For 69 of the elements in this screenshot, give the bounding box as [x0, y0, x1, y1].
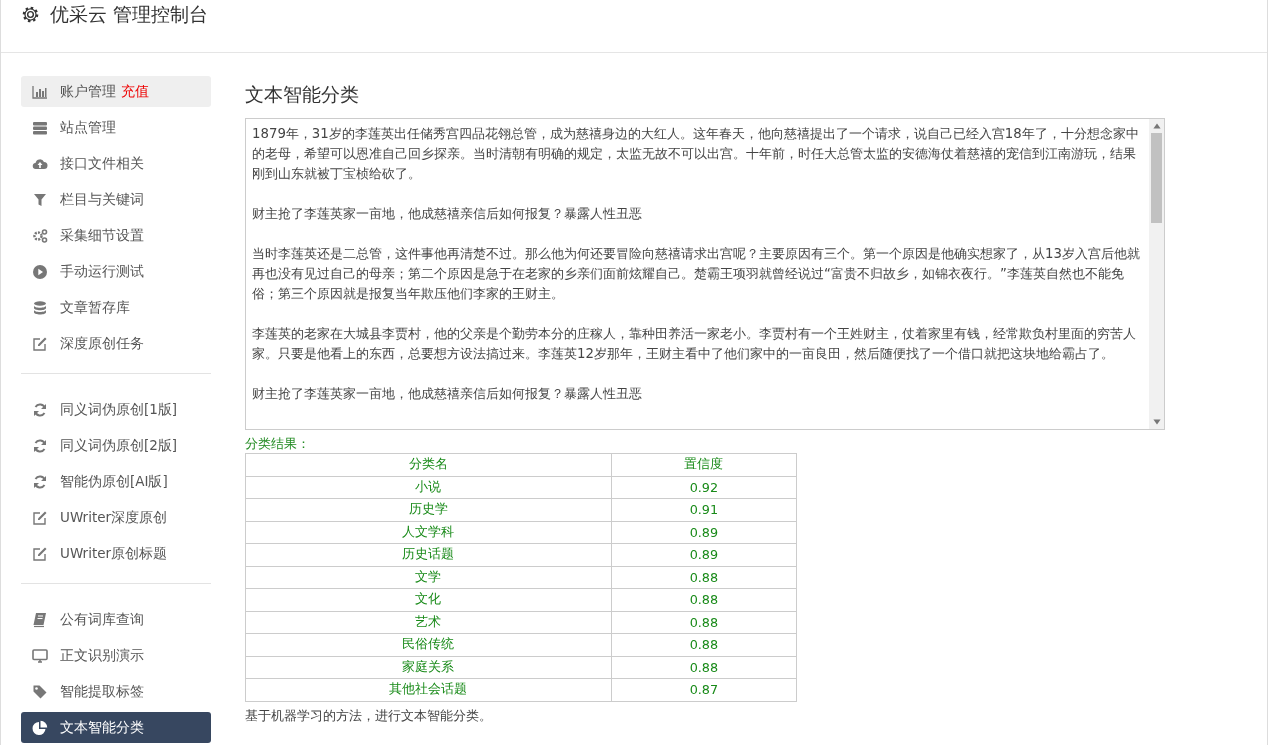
database-icon	[32, 299, 48, 316]
table-cell: 0.92	[611, 476, 797, 499]
table-cell: 0.87	[611, 678, 797, 701]
text-paragraph: 当时李莲英还是二总管，这件事他再清楚不过。那么他为何还要冒险向慈禧请求出宫呢？主要原因有三个。第一个原因是他确实想家了，从13岁入宫后他就再也没有见过自己的母亲；第二个原因是急于在老家的乡亲们面前炫耀自己。楚霸王项羽就曾经说过“富贵不归故乡，如锦衣夜行。”李莲英自然也不能免俗；第三个原因就是报复当年欺压他们李家的王财主。	[252, 245, 1141, 303]
recharge-link[interactable]: 充值	[121, 82, 149, 101]
refresh-icon	[32, 437, 48, 454]
sidebar-item[interactable]: 文章暂存库	[21, 292, 211, 323]
refresh-icon	[32, 401, 48, 418]
table-cell: 历史话题	[245, 543, 612, 566]
sidebar-item[interactable]: 站点管理	[21, 112, 211, 143]
sidebar-item[interactable]: 栏目与关键词	[21, 184, 211, 215]
pie-chart-icon	[32, 719, 48, 736]
table-cell: 0.91	[611, 498, 797, 521]
description-text: 基于机器学习的方法，进行文本智能分类。	[245, 706, 493, 724]
table-cell: 文学	[245, 566, 612, 589]
sidebar-item[interactable]: 手动运行测试	[21, 256, 211, 287]
edit-icon	[32, 509, 48, 526]
sidebar-item[interactable]: 智能提取标签	[21, 676, 211, 707]
sidebar-item[interactable]: 智能伪原创[AI版]	[21, 466, 211, 497]
table-cell: 0.89	[611, 521, 797, 544]
column-header: 置信度	[611, 453, 797, 476]
edit-icon	[32, 335, 48, 352]
monitor-icon	[32, 647, 48, 664]
book-icon	[32, 611, 48, 628]
column-header: 分类名	[245, 453, 612, 476]
edit-icon	[32, 545, 48, 562]
gears-icon	[32, 227, 48, 244]
sidebar-item[interactable]: UWriter原创标题	[21, 538, 211, 569]
table-cell: 0.88	[611, 611, 797, 634]
table-cell: 历史学	[245, 498, 612, 521]
table-cell: 人文学科	[245, 521, 612, 544]
play-icon	[32, 263, 48, 280]
table-cell: 文化	[245, 588, 612, 611]
sidebar-item[interactable]: 账户管理 充值	[21, 76, 211, 107]
text-paragraph: 李莲英的老家在大城县李贾村，他的父亲是个勤劳本分的庄稼人，靠种田养活一家老小。李贾村有一个王姓财主，仗着家里有钱，经常欺负村里面的穷苦人家。只要是他看上的东西，总要想方设法搞过来。李莲英12岁那年，王财主看中了他们家中的一亩良田，然后随便找了一个借口就把这块地给霸占了。	[252, 325, 1137, 363]
settings-icon	[21, 5, 40, 24]
bar-chart-icon	[32, 83, 48, 100]
page-title: 文本智能分类	[245, 82, 360, 107]
sidebar-item[interactable]: 公有词库查询	[21, 604, 211, 635]
text-input-area[interactable]	[245, 118, 1165, 430]
scrollbar[interactable]	[1149, 119, 1164, 429]
tag-icon	[32, 683, 48, 700]
table-cell: 0.88	[611, 566, 797, 589]
table-cell: 其他社会话题	[245, 678, 612, 701]
server-icon	[32, 119, 48, 136]
table-cell: 0.88	[611, 633, 797, 656]
sidebar-item[interactable]: 采集细节设置	[21, 220, 211, 251]
text-paragraph: 财主抢了李莲英家一亩地，他成慈禧亲信后如何报复？暴露人性丑恶	[252, 205, 643, 223]
table-cell: 小说	[245, 476, 612, 499]
sidebar-item[interactable]: 接口文件相关	[21, 148, 211, 179]
filter-icon	[32, 191, 48, 208]
scroll-thumb[interactable]	[1151, 133, 1162, 223]
table-cell: 艺术	[245, 611, 612, 634]
text-paragraph: 1879年，31岁的李莲英出任储秀宫四品花翎总管，成为慈禧身边的大红人。这年春天，他向慈禧提出了一个请求，说自己已经入宫18年了，十分想念家中的老母，希望可以恩准自己回乡探亲。当时清朝有明确的规定，太监无故不可以出宫。十年前，时任大总管太监的安德海仗着慈禧的宠信到江南游玩，结果刚到山东就被丁宝桢给砍了。	[252, 125, 1140, 183]
table-cell: 0.88	[611, 656, 797, 679]
sidebar-item[interactable]: 深度原创任务	[21, 328, 211, 359]
table-cell: 民俗传统	[245, 633, 612, 656]
refresh-icon	[32, 473, 48, 490]
table-cell: 0.88	[611, 588, 797, 611]
result-label: 分类结果：	[245, 436, 311, 453]
table-cell: 家庭关系	[245, 656, 612, 679]
text-paragraph: 财主抢了李莲英家一亩地，他成慈禧亲信后如何报复？暴露人性丑恶	[252, 385, 643, 403]
sidebar-item[interactable]: 正文识别演示	[21, 640, 211, 671]
sidebar-item[interactable]: 同义词伪原创[2版]	[21, 430, 211, 461]
table-cell: 0.89	[611, 543, 797, 566]
sidebar-item[interactable]: 文本智能分类	[21, 712, 211, 743]
sidebar-item[interactable]: 同义词伪原创[1版]	[21, 394, 211, 425]
app-title: 优采云 管理控制台	[50, 2, 209, 26]
sidebar-item[interactable]: UWriter深度原创	[21, 502, 211, 533]
